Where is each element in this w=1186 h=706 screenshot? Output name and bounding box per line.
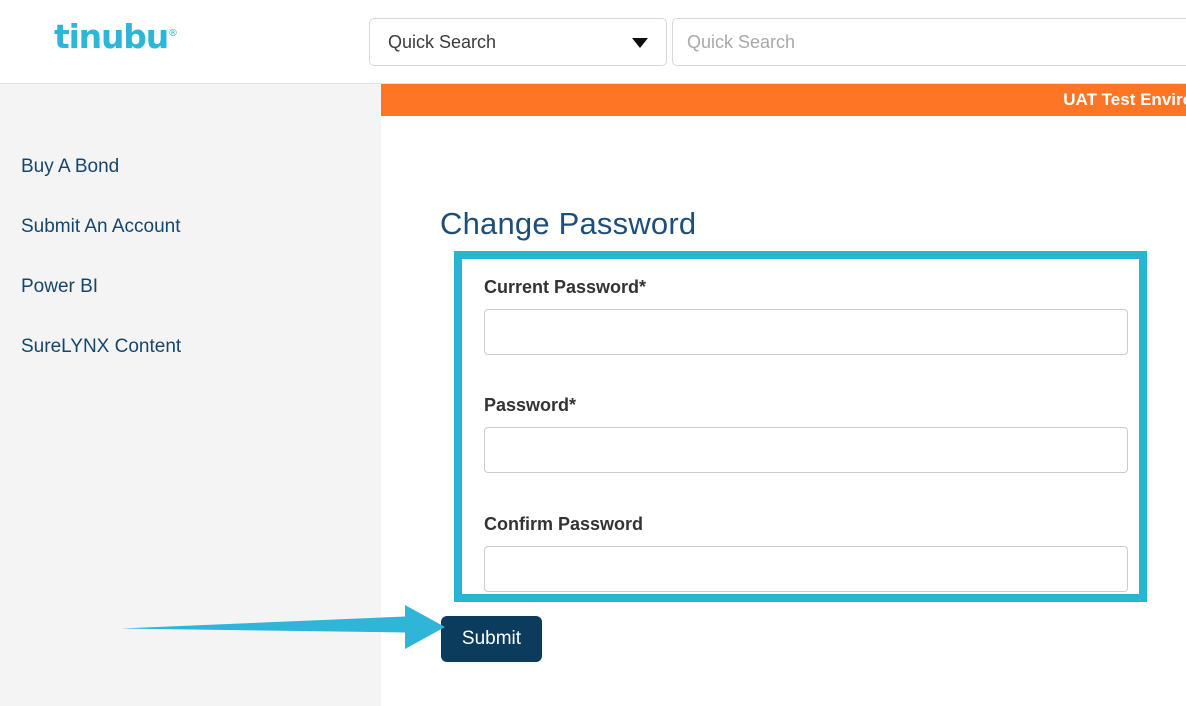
new-password-label: Password*: [484, 395, 577, 415]
change-password-form: Current Password* Password* Confirm Pass…: [454, 251, 1147, 602]
quick-search-category-label: Quick Search: [388, 32, 497, 52]
new-password-input[interactable]: [484, 427, 1128, 473]
confirm-password-label: Confirm Password: [484, 514, 644, 534]
sidebar-item-buy-a-bond[interactable]: Buy A Bond: [21, 156, 119, 178]
page-root: tinubu® Quick Search Buy A Bond Submit A…: [0, 0, 1186, 706]
page-title: Change Password: [440, 206, 697, 241]
field-new-password: Password*: [484, 395, 1128, 473]
quick-search-category-dropdown[interactable]: Quick Search: [369, 18, 667, 66]
sidebar-nav: Buy A Bond Submit An Account Power BI Su…: [0, 84, 381, 706]
chevron-down-icon: [632, 38, 648, 48]
quick-search-input[interactable]: [672, 18, 1186, 66]
registered-trademark-icon: ®: [168, 28, 178, 39]
environment-banner: UAT Test Environment: [381, 84, 1186, 116]
sidebar-item-surelynx-content[interactable]: SureLYNX Content: [21, 336, 181, 358]
logo-wordmark: tinubu: [54, 17, 169, 56]
confirm-password-input[interactable]: [484, 546, 1128, 592]
tinubu-logo: tinubu®: [54, 20, 178, 53]
field-current-password: Current Password*: [484, 277, 1128, 355]
environment-banner-label: UAT Test Environment: [1063, 90, 1186, 109]
current-password-input[interactable]: [484, 309, 1128, 355]
field-confirm-password: Confirm Password: [484, 514, 1128, 592]
sidebar-item-submit-an-account[interactable]: Submit An Account: [21, 216, 181, 238]
app-header: tinubu® Quick Search: [0, 0, 1186, 84]
current-password-label: Current Password*: [484, 277, 647, 297]
sidebar-item-power-bi[interactable]: Power BI: [21, 276, 98, 298]
submit-button[interactable]: Submit: [441, 616, 542, 662]
